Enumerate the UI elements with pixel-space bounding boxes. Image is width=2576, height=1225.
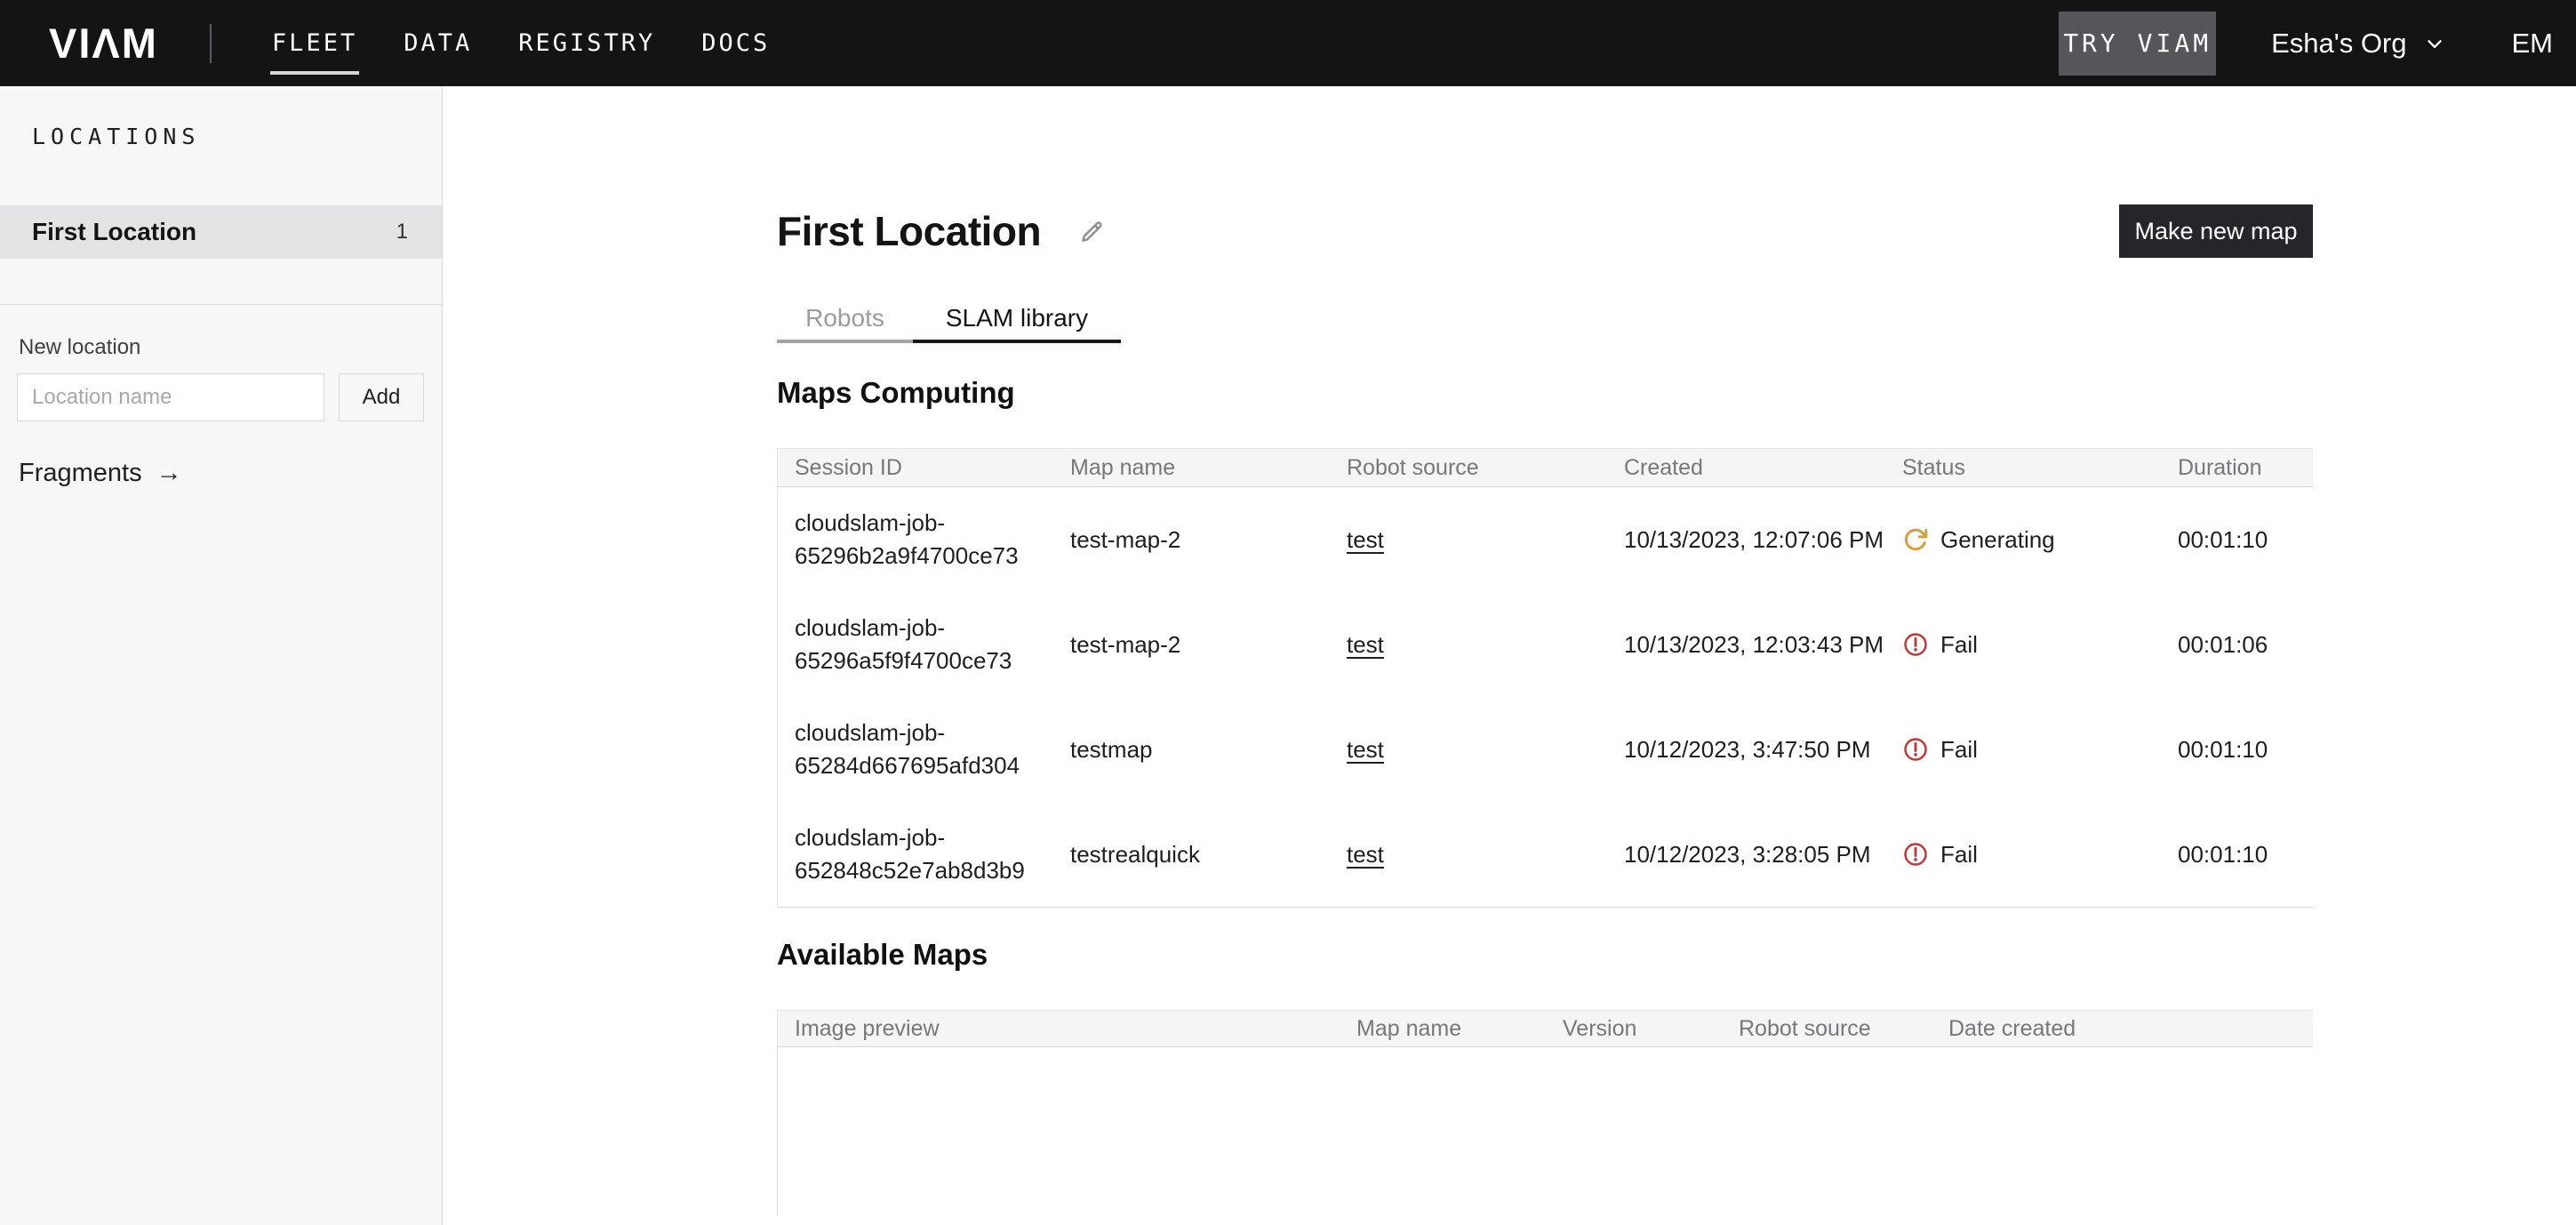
- page-header: First Location Make new map: [777, 204, 2313, 259]
- pencil-icon: [1078, 218, 1106, 245]
- created-cell: 10/13/2023, 12:07:06 PM: [1607, 487, 1885, 592]
- session-id-cell: cloudslam-job-65296a5f9f4700ce73: [778, 592, 1053, 697]
- status-label: Fail: [1940, 838, 1978, 871]
- location-name-input[interactable]: [17, 373, 324, 421]
- sidebar-divider: [0, 304, 442, 305]
- duration-cell: 00:01:10: [2161, 487, 2313, 592]
- fail-icon: [1902, 736, 1929, 763]
- session-id-cell: cloudslam-job-65284d667695afd304: [778, 697, 1053, 802]
- arrow-right-icon: →: [156, 459, 182, 488]
- column-header: Image preview: [778, 1016, 1340, 1042]
- duration-cell: 00:01:10: [2161, 697, 2313, 802]
- map-name-cell: test-map-2: [1053, 487, 1330, 592]
- fail-icon: [1902, 631, 1929, 658]
- location-tabs: Robots SLAM library: [777, 297, 2313, 343]
- column-header: Map name: [1340, 1016, 1546, 1042]
- map-name-cell: test-map-2: [1053, 592, 1330, 697]
- generating-icon: [1902, 526, 1929, 553]
- edit-location-name-button[interactable]: [1078, 218, 1106, 245]
- status-cell: Fail: [1885, 592, 2161, 697]
- created-cell: 10/13/2023, 12:03:43 PM: [1607, 592, 1885, 697]
- sidebar-item-first-location[interactable]: First Location 1: [0, 205, 442, 259]
- robot-source-link[interactable]: test: [1347, 524, 1384, 556]
- robot-source-link[interactable]: test: [1347, 733, 1384, 766]
- map-name-cell: testmap: [1053, 697, 1330, 802]
- nav-item-fleet[interactable]: FLEET: [270, 24, 359, 62]
- make-new-map-button[interactable]: Make new map: [2119, 204, 2313, 258]
- locations-sidebar: LOCATIONS First Location 1 New location …: [0, 86, 443, 1225]
- session-id-cell: cloudslam-job-652848c52e7ab8d3b9: [778, 802, 1053, 907]
- robot-source-cell: test: [1330, 487, 1607, 592]
- map-name-cell: testrealquick: [1053, 802, 1330, 907]
- column-header: Robot source: [1722, 1016, 1932, 1042]
- maps-computing-header-row: Session IDMap nameRobot sourceCreatedSta…: [777, 448, 2313, 487]
- nav-right: TRY VIAM Esha's Org EM: [2059, 12, 2553, 76]
- created-cell: 10/12/2023, 3:47:50 PM: [1607, 697, 1885, 802]
- status-label: Fail: [1940, 733, 1978, 766]
- status-label: Generating: [1940, 524, 2055, 556]
- org-switcher[interactable]: Esha's Org: [2271, 28, 2445, 60]
- viam-logo[interactable]: VIΛM: [49, 19, 158, 68]
- table-row: cloudslam-job-652848c52e7ab8d3b9testreal…: [778, 802, 2313, 907]
- fragments-link[interactable]: Fragments →: [19, 459, 182, 488]
- status-cell: Fail: [1885, 802, 2161, 907]
- available-maps-table: Image previewMap nameVersionRobot source…: [777, 1010, 2313, 1216]
- fragments-label: Fragments: [19, 459, 142, 488]
- session-id-cell: cloudslam-job-65296b2a9f4700ce73: [778, 487, 1053, 592]
- table-row: cloudslam-job-65284d667695afd304testmap t…: [778, 697, 2313, 802]
- avatar[interactable]: EM: [2512, 28, 2554, 60]
- maps-computing-table: Session IDMap nameRobot sourceCreatedSta…: [777, 448, 2313, 908]
- try-viam-button[interactable]: TRY VIAM: [2059, 12, 2216, 76]
- nav-divider: [210, 24, 212, 63]
- column-header: Session ID: [778, 455, 1053, 481]
- column-header: Robot source: [1330, 455, 1607, 481]
- tab-robots[interactable]: Robots: [777, 297, 913, 343]
- robot-source-link[interactable]: test: [1347, 838, 1384, 871]
- created-cell: 10/12/2023, 3:28:05 PM: [1607, 802, 1885, 907]
- maps-computing-heading: Maps Computing: [777, 376, 2313, 410]
- org-name: Esha's Org: [2271, 28, 2406, 60]
- nav-item-docs[interactable]: DOCS: [700, 24, 772, 62]
- available-maps-header-row: Image previewMap nameVersionRobot source…: [777, 1010, 2313, 1047]
- top-nav: VIΛM FLEET DATA REGISTRY DOCS TRY VIAM E…: [0, 0, 2576, 86]
- add-location-button[interactable]: Add: [339, 373, 424, 421]
- column-header: Duration: [2161, 455, 2313, 481]
- page-title: First Location: [777, 207, 1041, 255]
- nav-item-registry[interactable]: REGISTRY: [516, 24, 657, 62]
- main-panel: First Location Make new map Robots SLAM …: [444, 86, 2576, 1225]
- new-location-form: Add: [17, 373, 424, 421]
- column-header: Date created: [1932, 1016, 2313, 1042]
- locations-section-label: LOCATIONS: [32, 124, 442, 149]
- status-cell: Fail: [1885, 697, 2161, 802]
- available-maps-body: [777, 1047, 2313, 1216]
- robot-source-link[interactable]: test: [1347, 629, 1384, 661]
- status-label: Fail: [1940, 629, 1978, 661]
- location-name: First Location: [32, 218, 196, 246]
- column-header: Version: [1546, 1016, 1722, 1042]
- duration-cell: 00:01:10: [2161, 802, 2313, 907]
- column-header: Map name: [1053, 455, 1330, 481]
- table-row: cloudslam-job-65296a5f9f4700ce73test-map…: [778, 592, 2313, 697]
- robot-source-cell: test: [1330, 592, 1607, 697]
- location-count-badge: 1: [396, 220, 408, 244]
- new-location-label: New location: [19, 335, 442, 360]
- table-row: cloudslam-job-65296b2a9f4700ce73test-map…: [778, 487, 2313, 592]
- chevron-down-icon: [2423, 32, 2446, 55]
- robot-source-cell: test: [1330, 697, 1607, 802]
- column-header: Status: [1885, 455, 2161, 481]
- fail-icon: [1902, 841, 1929, 868]
- maps-computing-body: cloudslam-job-65296b2a9f4700ce73test-map…: [777, 487, 2313, 908]
- status-cell: Generating: [1885, 487, 2161, 592]
- nav-item-data[interactable]: DATA: [402, 24, 474, 62]
- available-maps-heading: Available Maps: [777, 938, 2313, 972]
- duration-cell: 00:01:06: [2161, 592, 2313, 697]
- tab-slam-library[interactable]: SLAM library: [913, 297, 1121, 343]
- column-header: Created: [1607, 455, 1885, 481]
- primary-nav: FLEET DATA REGISTRY DOCS: [270, 24, 772, 62]
- robot-source-cell: test: [1330, 802, 1607, 907]
